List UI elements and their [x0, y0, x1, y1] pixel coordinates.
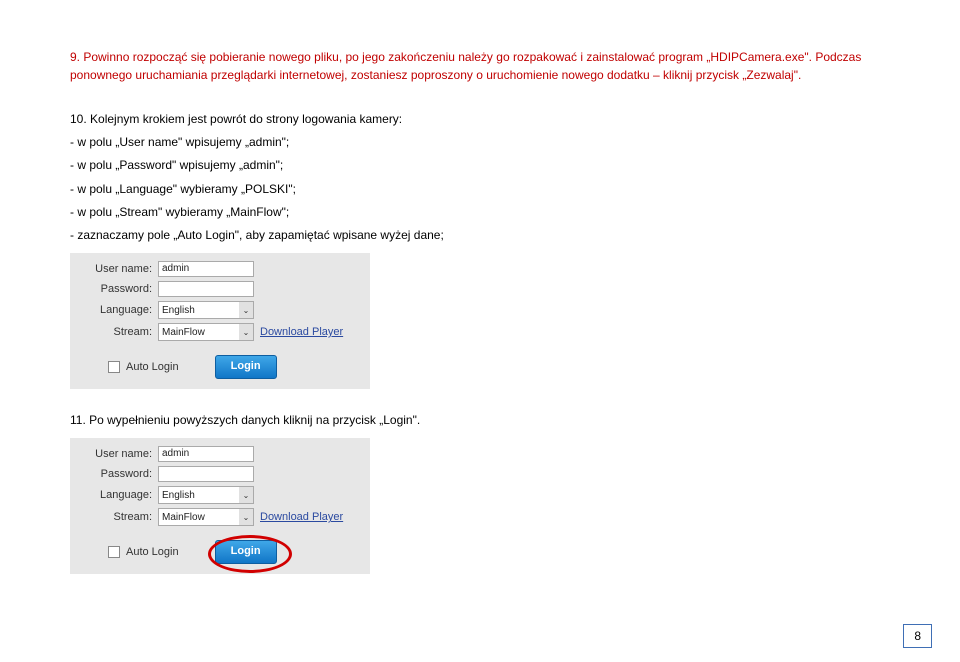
username-input[interactable]: admin [158, 261, 254, 277]
chevron-down-icon: ⌄ [239, 487, 253, 503]
stream-select[interactable]: MainFlow ⌄ [158, 323, 254, 341]
username-label: User name: [80, 263, 158, 275]
step-9-text: 9. Powinno rozpocząć się pobieranie nowe… [70, 48, 890, 84]
login-button[interactable]: Login [215, 355, 277, 379]
stream-row: Stream: MainFlow ⌄ Download Player [80, 508, 360, 526]
password-label: Password: [80, 283, 158, 295]
chevron-down-icon: ⌄ [239, 302, 253, 318]
download-player-link[interactable]: Download Player [260, 511, 343, 523]
language-row: Language: English ⌄ [80, 301, 360, 319]
password-input[interactable] [158, 466, 254, 482]
username-input[interactable]: admin [158, 446, 254, 462]
password-row: Password: [80, 466, 360, 482]
auto-login-label: Auto Login [126, 361, 179, 373]
step-10-line-4: - w polu „Stream" wybieramy „MainFlow"; [70, 203, 890, 222]
auto-login-checkbox[interactable] [108, 546, 120, 558]
login-bottom-row: Auto Login Login [108, 540, 360, 564]
login-bottom-row: Auto Login Login [108, 355, 360, 379]
username-row: User name: admin [80, 446, 360, 462]
language-select[interactable]: English ⌄ [158, 301, 254, 319]
login-button[interactable]: Login [215, 540, 277, 564]
step-10-header: 10. Kolejnym krokiem jest powrót do stro… [70, 110, 890, 129]
chevron-down-icon: ⌄ [239, 509, 253, 525]
password-row: Password: [80, 281, 360, 297]
download-player-link[interactable]: Download Player [260, 326, 343, 338]
step-10-line-1: - w polu „User name" wpisujemy „admin"; [70, 133, 890, 152]
page-number: 8 [903, 624, 932, 648]
password-label: Password: [80, 468, 158, 480]
password-input[interactable] [158, 281, 254, 297]
stream-label: Stream: [80, 511, 158, 523]
auto-login-checkbox[interactable] [108, 361, 120, 373]
step-11-text: 11. Po wypełnieniu powyższych danych kli… [70, 411, 890, 430]
step-10-line-2: - w polu „Password" wpisujemy „admin"; [70, 156, 890, 175]
login-form-screenshot-2: User name: admin Password: Language: Eng… [70, 438, 370, 574]
language-label: Language: [80, 489, 158, 501]
language-row: Language: English ⌄ [80, 486, 360, 504]
language-select[interactable]: English ⌄ [158, 486, 254, 504]
step-10-line-3: - w polu „Language" wybieramy „POLSKI"; [70, 180, 890, 199]
step-10-line-5: - zaznaczamy pole „Auto Login", aby zapa… [70, 226, 890, 245]
username-label: User name: [80, 448, 158, 460]
auto-login-label: Auto Login [126, 546, 179, 558]
language-label: Language: [80, 304, 158, 316]
chevron-down-icon: ⌄ [239, 324, 253, 340]
username-row: User name: admin [80, 261, 360, 277]
login-form-screenshot-1: User name: admin Password: Language: Eng… [70, 253, 370, 389]
stream-row: Stream: MainFlow ⌄ Download Player [80, 323, 360, 341]
stream-label: Stream: [80, 326, 158, 338]
stream-select[interactable]: MainFlow ⌄ [158, 508, 254, 526]
document-page: 9. Powinno rozpocząć się pobieranie nowe… [0, 0, 960, 662]
